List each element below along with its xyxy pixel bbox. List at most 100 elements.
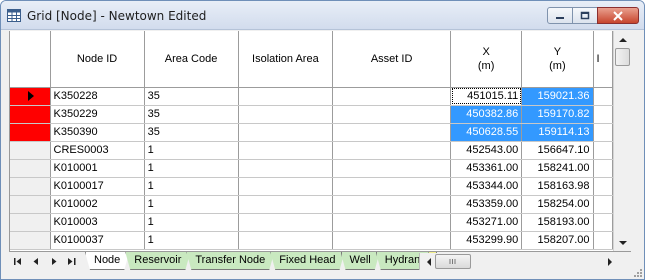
title-bar[interactable]: Grid [Node] - Newtown Edited — [1, 1, 644, 30]
cell-area-code[interactable]: 35 — [144, 87, 239, 106]
resize-grip-icon[interactable] — [631, 266, 643, 278]
tab-reservoir[interactable]: Reservoir — [125, 252, 190, 270]
cell-node-id[interactable]: K350228 — [50, 87, 145, 106]
column-header-isolation-area[interactable]: Isolation Area — [238, 31, 334, 88]
minimize-button[interactable] — [547, 7, 573, 24]
cell-y[interactable]: 158207.00 — [521, 231, 594, 250]
cell-area-code[interactable]: 1 — [144, 195, 239, 214]
cell-isolation-area[interactable] — [238, 231, 334, 250]
cell-asset-id[interactable] — [332, 177, 452, 196]
cell-y[interactable]: 158163.98 — [521, 177, 594, 196]
cell-x[interactable]: 453271.00 — [450, 213, 523, 232]
cell-next[interactable] — [593, 159, 613, 178]
cell-area-code[interactable]: 1 — [144, 177, 239, 196]
cell-asset-id[interactable] — [332, 87, 452, 106]
vertical-scroll-thumb[interactable] — [615, 48, 630, 66]
cell-area-code[interactable]: 1 — [144, 231, 239, 250]
cell-asset-id[interactable] — [332, 213, 452, 232]
cell-next[interactable] — [593, 231, 613, 250]
cell-next[interactable] — [593, 141, 613, 160]
cell-isolation-area[interactable] — [238, 141, 334, 160]
tab-node[interactable]: Node — [85, 252, 129, 270]
tab-well[interactable]: Well — [341, 252, 380, 270]
cell-x[interactable]: 451015.11 — [450, 87, 523, 106]
cell-isolation-area[interactable] — [238, 123, 334, 142]
tab-last-button[interactable] — [65, 254, 79, 269]
column-header-y[interactable]: Y (m) — [521, 31, 594, 88]
column-header-node-id[interactable]: Node ID — [50, 31, 145, 88]
cell-area-code[interactable]: 1 — [144, 159, 239, 178]
tab-next-button[interactable] — [47, 254, 61, 269]
scroll-down-button[interactable] — [614, 235, 631, 251]
cell-isolation-area[interactable] — [238, 177, 334, 196]
table-row[interactable]: K010003 1 453271.00 158193.00 — [10, 213, 613, 232]
cell-node-id[interactable]: K010001 — [50, 159, 145, 178]
cell-area-code[interactable]: 1 — [144, 141, 239, 160]
cell-asset-id[interactable] — [332, 159, 452, 178]
maximize-button[interactable] — [572, 7, 598, 24]
cell-next[interactable] — [593, 177, 613, 196]
cell-x[interactable]: 450382.86 — [450, 105, 523, 124]
table-row[interactable]: K350228 35 451015.11 159021.36 — [10, 87, 613, 106]
cell-asset-id[interactable] — [332, 141, 452, 160]
row-selector[interactable] — [10, 141, 51, 160]
column-header-asset-id[interactable]: Asset ID — [332, 31, 452, 88]
cell-asset-id[interactable] — [332, 105, 452, 124]
cell-x[interactable]: 450628.55 — [450, 123, 523, 142]
cell-x[interactable]: 453361.00 — [450, 159, 523, 178]
row-selector[interactable] — [10, 105, 51, 124]
cell-isolation-area[interactable] — [238, 105, 334, 124]
column-header-x[interactable]: X (m) — [450, 31, 523, 88]
row-selector[interactable] — [10, 87, 51, 106]
cell-asset-id[interactable] — [332, 123, 452, 142]
cell-y[interactable]: 156647.10 — [521, 141, 594, 160]
cell-isolation-area[interactable] — [238, 195, 334, 214]
cell-x[interactable]: 453344.00 — [450, 177, 523, 196]
cell-next[interactable] — [593, 105, 613, 124]
cell-isolation-area[interactable] — [238, 87, 334, 106]
tab-fixed-head[interactable]: Fixed Head — [270, 252, 344, 270]
cell-node-id[interactable]: K0100017 — [50, 177, 145, 196]
cell-y[interactable]: 158193.00 — [521, 213, 594, 232]
cell-y[interactable]: 158254.00 — [521, 195, 594, 214]
row-selector[interactable] — [10, 123, 51, 142]
row-selector[interactable] — [10, 213, 51, 232]
cell-next[interactable] — [593, 195, 613, 214]
cell-area-code[interactable]: 35 — [144, 123, 239, 142]
cell-next[interactable] — [593, 87, 613, 106]
cell-y[interactable]: 159170.82 — [521, 105, 594, 124]
cell-node-id[interactable]: K0100037 — [50, 231, 145, 250]
tab-first-button[interactable] — [11, 254, 25, 269]
cell-node-id[interactable]: K010003 — [50, 213, 145, 232]
cell-x[interactable]: 452543.00 — [450, 141, 523, 160]
scroll-right-button[interactable] — [603, 254, 617, 269]
horizontal-scroll-thumb[interactable] — [435, 254, 471, 269]
scroll-left-button[interactable] — [421, 254, 435, 269]
table-row[interactable]: K350390 35 450628.55 159114.13 — [10, 123, 613, 142]
scroll-up-button[interactable] — [614, 31, 631, 47]
column-header-next[interactable]: I — [593, 31, 613, 88]
cell-node-id[interactable]: K350229 — [50, 105, 145, 124]
table-row[interactable]: K0100017 1 453344.00 158163.98 — [10, 177, 613, 196]
row-selector[interactable] — [10, 159, 51, 178]
cell-x[interactable]: 453299.90 — [450, 231, 523, 250]
close-button[interactable] — [597, 7, 639, 24]
cell-next[interactable] — [593, 123, 613, 142]
cell-node-id[interactable]: K350390 — [50, 123, 145, 142]
table-row[interactable]: K010001 1 453361.00 158241.00 — [10, 159, 613, 178]
column-header-area-code[interactable]: Area Code — [144, 31, 239, 88]
horizontal-scrollbar[interactable] — [419, 253, 631, 270]
cell-node-id[interactable]: K010002 — [50, 195, 145, 214]
table-row[interactable]: K350229 35 450382.86 159170.82 — [10, 105, 613, 124]
cell-asset-id[interactable] — [332, 195, 452, 214]
cell-isolation-area[interactable] — [238, 213, 334, 232]
cell-next[interactable] — [593, 213, 613, 232]
cell-y[interactable]: 159021.36 — [521, 87, 594, 106]
cell-x[interactable]: 453359.00 — [450, 195, 523, 214]
cell-y[interactable]: 159114.13 — [521, 123, 594, 142]
table-row[interactable]: K010002 1 453359.00 158254.00 — [10, 195, 613, 214]
table-row[interactable]: CRES0003 1 452543.00 156647.10 — [10, 141, 613, 160]
cell-node-id[interactable]: CRES0003 — [50, 141, 145, 160]
cell-area-code[interactable]: 35 — [144, 105, 239, 124]
column-header-selector[interactable] — [10, 31, 51, 88]
